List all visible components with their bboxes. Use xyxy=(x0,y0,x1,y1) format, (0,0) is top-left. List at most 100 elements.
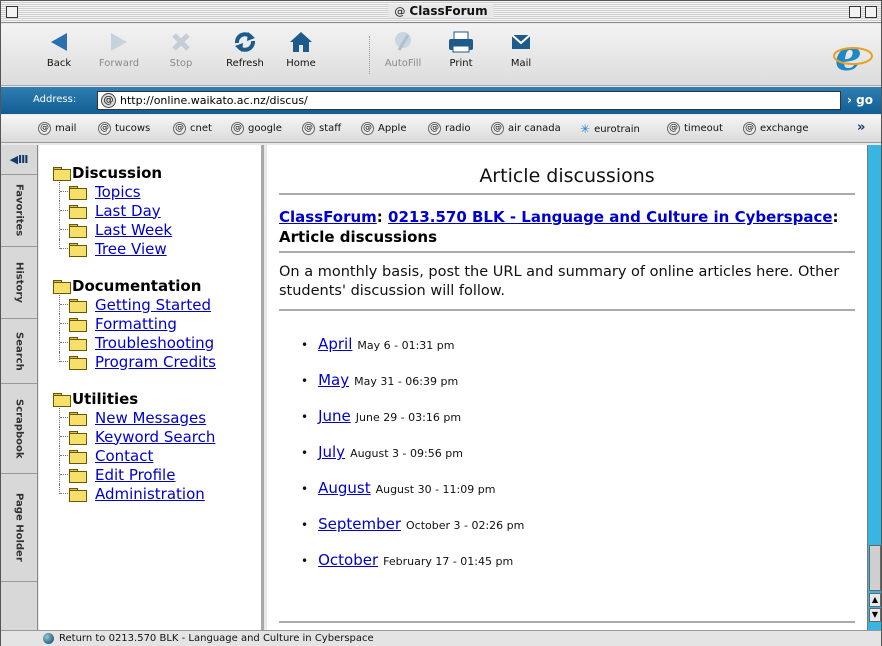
nav-item-topics[interactable]: Topics xyxy=(53,182,216,201)
nav-item-administration[interactable]: Administration xyxy=(53,484,216,503)
autofill-pen-icon xyxy=(395,32,411,51)
tab-scrapbook[interactable]: Scrapbook xyxy=(1,384,37,474)
bullet: • xyxy=(301,374,309,388)
address-input[interactable]: @ http://online.waikato.ac.nz/discus/ xyxy=(97,91,841,110)
folder-icon xyxy=(69,185,87,200)
nav-item-new-messages[interactable]: New Messages xyxy=(53,408,216,427)
autofill-button[interactable]: AutoFill xyxy=(375,30,431,69)
scroll-down-arrow-icon[interactable]: ▼ xyxy=(869,608,881,622)
divider xyxy=(279,193,855,195)
nav-item-contact[interactable]: Contact xyxy=(53,446,216,465)
fav-eurotrain[interactable]: ✳ eurotrain xyxy=(580,122,640,136)
nav-item-program-credits[interactable]: Program Credits xyxy=(53,352,216,371)
last-post-date: August 3 - 09:56 pm xyxy=(350,447,463,460)
bullet: • xyxy=(301,338,309,352)
navigation-frame: Discussion Topics Last Day Last Week Tre… xyxy=(39,145,264,630)
globe-icon xyxy=(43,633,54,644)
nav-item-last-day[interactable]: Last Day xyxy=(53,201,216,220)
month-link-august[interactable]: August xyxy=(318,479,371,497)
fav-mail[interactable]: @ mail xyxy=(38,122,76,135)
mail-button[interactable]: Mail xyxy=(493,30,549,69)
fav-tucows[interactable]: @ tucows xyxy=(98,122,150,135)
tab-page-holder[interactable]: Page Holder xyxy=(1,474,37,582)
back-arrow-icon xyxy=(51,33,67,51)
month-link-september[interactable]: September xyxy=(318,515,401,533)
refresh-icon xyxy=(235,32,255,52)
nav-item-last-week[interactable]: Last Week xyxy=(53,220,216,239)
favorites-overflow-chevron-icon[interactable]: » xyxy=(857,120,865,135)
ie-logo-icon: e xyxy=(833,31,873,80)
toolbar: Back Forward Stop Refresh Home AutoFill … xyxy=(1,24,881,86)
breadcrumb-classforum-link[interactable]: ClassForum xyxy=(279,208,377,226)
nav-item-tree-view[interactable]: Tree View xyxy=(53,239,216,258)
bullet: • xyxy=(301,482,309,496)
print-button[interactable]: Print xyxy=(433,30,489,69)
folder-icon xyxy=(53,166,71,181)
last-post-date: February 17 - 01:45 pm xyxy=(383,555,514,568)
home-button[interactable]: Home xyxy=(273,30,329,69)
collapse-sidebar-tab[interactable]: ◀Ⅲ xyxy=(1,145,37,175)
fav-timeout[interactable]: @ timeout xyxy=(667,122,723,135)
page-title: Article discussions xyxy=(479,165,655,187)
at-icon: @ xyxy=(394,4,406,18)
content-frame: Article discussions ClassForum: 0213.570… xyxy=(267,145,867,630)
folder-icon xyxy=(69,204,87,219)
bullet: • xyxy=(301,518,309,532)
scrollbar-thumb[interactable] xyxy=(869,545,881,591)
close-box[interactable] xyxy=(6,6,18,18)
favorites-bar: @ mail @ tucows @ cnet @ google @ staff @ Appl… xyxy=(1,115,881,143)
month-link-may[interactable]: May xyxy=(318,371,349,389)
fav-cnet[interactable]: @ cnet xyxy=(173,122,212,135)
collapse-box[interactable] xyxy=(865,6,877,18)
folder-icon xyxy=(69,430,87,445)
folder-icon xyxy=(69,336,87,351)
nav-group-documentation: Documentation xyxy=(53,276,216,295)
folder-icon xyxy=(69,411,87,426)
at-icon: @ xyxy=(428,122,441,135)
fav-staff[interactable]: @ staff xyxy=(302,122,341,135)
fav-radio[interactable]: @ radio xyxy=(428,122,470,135)
fav-exchange[interactable]: @ exchange xyxy=(743,122,809,135)
tab-history[interactable]: History xyxy=(1,247,37,319)
stop-button[interactable]: Stop xyxy=(153,30,209,69)
nav-item-edit-profile[interactable]: Edit Profile xyxy=(53,465,216,484)
go-button[interactable]: › go xyxy=(847,93,873,107)
go-arrow-icon: › xyxy=(847,93,852,107)
vertical-scrollbar[interactable]: ▲ ▼ xyxy=(867,145,881,630)
zoom-box[interactable] xyxy=(849,6,861,18)
folder-icon xyxy=(69,468,87,483)
month-link-june[interactable]: June xyxy=(318,407,351,425)
at-icon: @ xyxy=(361,122,374,135)
last-post-date: October 3 - 02:26 pm xyxy=(406,519,525,532)
month-link-july[interactable]: July xyxy=(318,443,345,461)
at-icon: @ xyxy=(98,122,111,135)
last-post-date: May 31 - 06:39 pm xyxy=(354,375,459,388)
nav-group-discussion: Discussion xyxy=(53,163,216,182)
divider xyxy=(279,309,855,311)
month-link-october[interactable]: October xyxy=(318,551,378,569)
at-icon: @ xyxy=(667,122,680,135)
fav-google[interactable]: @ google xyxy=(231,122,282,135)
nav-item-troubleshooting[interactable]: Troubleshooting xyxy=(53,333,216,352)
forward-button[interactable]: Forward xyxy=(91,30,147,69)
nav-item-keyword-search[interactable]: Keyword Search xyxy=(53,427,216,446)
refresh-button[interactable]: Refresh xyxy=(217,30,273,69)
address-bar: Address: @ http://online.waikato.ac.nz/d… xyxy=(1,87,881,114)
month-link-april[interactable]: April xyxy=(318,335,352,353)
tab-search[interactable]: Search xyxy=(1,319,37,384)
title-bar[interactable]: @ ClassForum xyxy=(1,1,881,23)
folder-icon xyxy=(69,355,87,370)
nav-item-getting-started[interactable]: Getting Started xyxy=(53,295,216,314)
fav-air-canada[interactable]: @ air canada xyxy=(491,122,561,135)
breadcrumb-topic-link[interactable]: 0213.570 BLK - Language and Culture in C… xyxy=(388,208,833,226)
tab-favorites[interactable]: Favorites xyxy=(1,175,37,247)
folder-icon xyxy=(69,223,87,238)
last-post-date: May 6 - 01:31 pm xyxy=(357,339,455,352)
back-button[interactable]: Back xyxy=(31,30,87,69)
at-icon: @ xyxy=(491,122,504,135)
status-text: Return to 0213.570 BLK - Language and Cu… xyxy=(59,633,374,644)
fav-apple[interactable]: @ Apple xyxy=(361,122,406,135)
nav-item-formatting[interactable]: Formatting xyxy=(53,314,216,333)
topic-description: On a monthly basis, post the URL and sum… xyxy=(279,264,840,299)
scroll-up-arrow-icon[interactable]: ▲ xyxy=(869,593,881,607)
